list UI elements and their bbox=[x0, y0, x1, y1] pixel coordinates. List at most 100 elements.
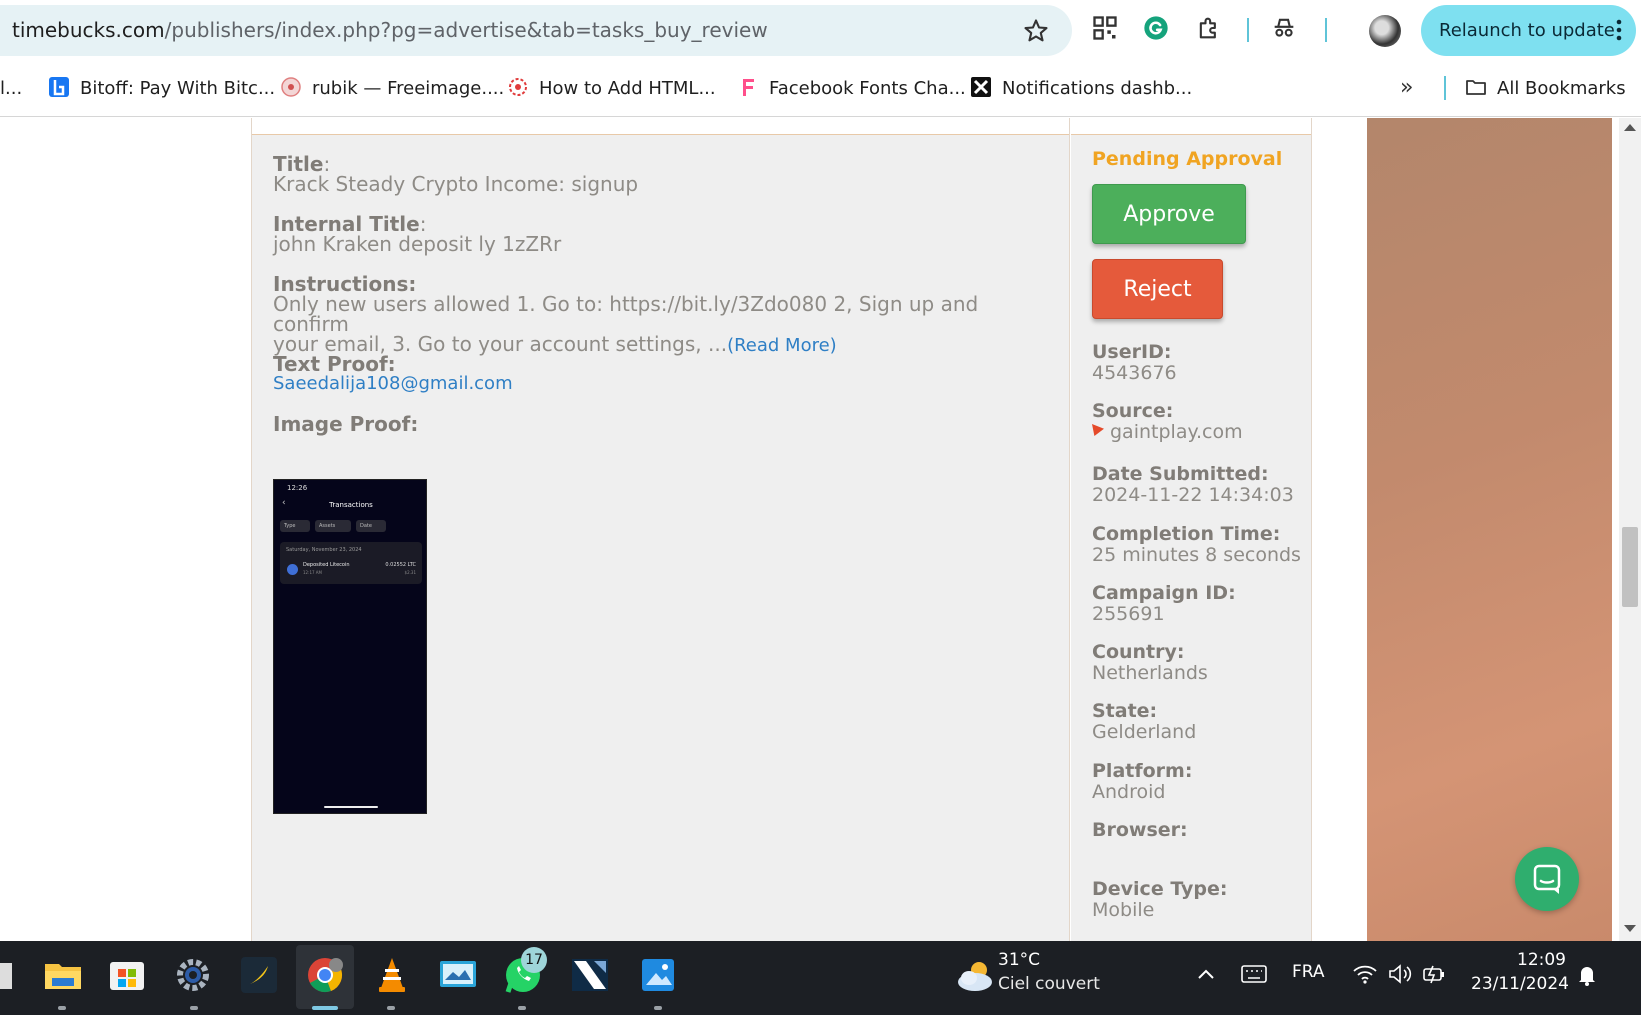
clock-time[interactable]: 12:09 bbox=[1517, 950, 1566, 970]
relaunch-button[interactable]: Relaunch to update bbox=[1421, 5, 1636, 56]
deepl-app-icon[interactable] bbox=[569, 954, 611, 996]
scroll-down-arrow-icon[interactable] bbox=[1624, 925, 1636, 932]
whatsapp-unread-badge: 17 bbox=[521, 947, 547, 973]
windows-taskbar bbox=[0, 941, 1641, 1015]
panel-divider bbox=[1071, 118, 1311, 135]
text-proof-field: Text Proof: Saeedalija108@gmail.com bbox=[273, 354, 513, 394]
more-bookmarks-chevron-icon[interactable]: » bbox=[1400, 76, 1422, 100]
relaunch-label: Relaunch to update bbox=[1439, 20, 1615, 41]
chrome-icon[interactable] bbox=[304, 954, 346, 996]
settings-gear-icon[interactable] bbox=[172, 954, 214, 996]
all-bookmarks-label: All Bookmarks bbox=[1497, 78, 1626, 99]
wifi-icon[interactable] bbox=[1352, 963, 1378, 985]
file-explorer-icon[interactable] bbox=[42, 954, 84, 996]
field-label: Campaign ID: bbox=[1092, 582, 1236, 604]
bookmark-item[interactable]: How to Add HTML... bbox=[507, 60, 716, 117]
running-indicator bbox=[518, 1006, 526, 1010]
approve-button[interactable]: Approve bbox=[1092, 184, 1246, 244]
all-bookmarks-button[interactable]: All Bookmarks bbox=[1465, 60, 1626, 117]
bookmark-star-icon[interactable] bbox=[1022, 17, 1050, 45]
extensions-icon[interactable] bbox=[1195, 14, 1223, 42]
bookmark-item[interactable]: Notifications dashb... bbox=[970, 60, 1192, 117]
scroll-up-arrow-icon[interactable] bbox=[1624, 124, 1636, 131]
bookmark-label: rubik — Freeimage.... bbox=[312, 78, 505, 99]
proof-chip: Date bbox=[356, 520, 386, 532]
qr-code-icon[interactable] bbox=[1091, 14, 1119, 42]
profile-avatar[interactable] bbox=[1369, 15, 1401, 47]
more-options-icon[interactable] bbox=[1616, 19, 1622, 41]
toolbar-separator bbox=[1325, 18, 1327, 42]
bookmark-label: Notifications dashb... bbox=[1002, 78, 1193, 99]
language-indicator[interactable]: FRA bbox=[1292, 962, 1325, 982]
reject-button[interactable]: Reject bbox=[1092, 259, 1223, 319]
proof-home-indicator bbox=[324, 806, 378, 808]
internal-title-value: john Kraken deposit ly 1zZRr bbox=[273, 232, 562, 256]
bookmark-item[interactable]: rubik — Freeimage.... bbox=[280, 60, 504, 117]
battery-charging-icon[interactable] bbox=[1421, 963, 1447, 985]
proof-filter-row: Type Assets Date bbox=[280, 520, 422, 532]
proof-entry-time: 12:17 AM bbox=[303, 570, 322, 575]
cloudy-weather-icon[interactable] bbox=[955, 958, 995, 994]
scrollbar-thumb[interactable] bbox=[1622, 527, 1638, 607]
status-badge: Pending Approval bbox=[1092, 148, 1283, 170]
date-submitted-field: Date Submitted: 2024-11-22 14:34:03 bbox=[1092, 464, 1294, 506]
field-value: gaintplay.com bbox=[1110, 421, 1243, 443]
proof-screen-title: Transactions bbox=[329, 501, 373, 509]
microsoft-store-icon[interactable] bbox=[106, 954, 148, 996]
screen-app-icon[interactable] bbox=[437, 954, 479, 996]
pen-app-icon[interactable] bbox=[238, 954, 280, 996]
image-proof-thumbnail[interactable]: 12:26 ‹ Transactions Type Assets Date Sa… bbox=[273, 479, 427, 814]
bookmarks-separator bbox=[1444, 76, 1446, 100]
url-text[interactable]: timebucks.com/publishers/index.php?pg=ad… bbox=[12, 5, 768, 56]
field-label: Completion Time: bbox=[1092, 523, 1281, 545]
bookmark-item[interactable]: Bitoff: Pay With Bitc... bbox=[48, 60, 275, 117]
weather-temperature[interactable]: 31°C bbox=[998, 950, 1040, 970]
incognito-icon[interactable] bbox=[1270, 14, 1298, 42]
country-field: Country: Netherlands bbox=[1092, 642, 1208, 684]
weather-description[interactable]: Ciel couvert bbox=[998, 974, 1100, 994]
field-label: State: bbox=[1092, 700, 1158, 722]
folder-icon bbox=[1466, 80, 1486, 95]
volume-icon[interactable] bbox=[1387, 963, 1413, 985]
vlc-icon[interactable] bbox=[371, 954, 413, 996]
bookmark-label: How to Add HTML... bbox=[539, 78, 716, 99]
address-bar[interactable]: timebucks.com/publishers/index.php?pg=ad… bbox=[0, 5, 1072, 56]
field-label: Country: bbox=[1092, 641, 1185, 663]
field-value: 25 minutes 8 seconds bbox=[1092, 544, 1301, 566]
bookmark-overflow-left[interactable]: l... bbox=[0, 60, 22, 117]
task-view-icon[interactable] bbox=[0, 963, 12, 989]
field-value: Netherlands bbox=[1092, 662, 1208, 684]
chevron-up-icon[interactable] bbox=[1196, 966, 1216, 982]
url-path: /publishers/index.php?pg=advertise&tab=t… bbox=[164, 18, 768, 42]
freeimage-icon bbox=[281, 77, 301, 97]
instructions-field: Instructions: Only new users allowed 1. … bbox=[273, 274, 1053, 356]
field-label: Platform: bbox=[1092, 760, 1193, 782]
text-proof-value[interactable]: Saeedalija108@gmail.com bbox=[273, 374, 513, 394]
source-favicon-icon bbox=[1092, 424, 1104, 436]
chat-icon bbox=[1533, 864, 1561, 894]
field-value: Android bbox=[1092, 781, 1166, 803]
grammarly-icon[interactable] bbox=[1142, 14, 1170, 42]
notifications-icon bbox=[971, 77, 991, 97]
running-indicator bbox=[58, 1006, 66, 1010]
proof-entry: Deposited Litecoin bbox=[303, 562, 350, 568]
background-image-panel bbox=[1367, 118, 1612, 941]
internal-title-field: Internal Title: john Kraken deposit ly 1… bbox=[273, 212, 562, 256]
proof-date: Saturday, November 23, 2024 bbox=[286, 547, 362, 553]
field-value: 4543676 bbox=[1092, 362, 1177, 384]
chat-widget-button[interactable] bbox=[1515, 847, 1579, 911]
clock-date[interactable]: 23/11/2024 bbox=[1471, 974, 1569, 994]
keyboard-icon[interactable] bbox=[1240, 963, 1268, 985]
bitoff-icon bbox=[49, 77, 69, 97]
active-indicator bbox=[312, 1006, 338, 1010]
user-id-field: UserID: 4543676 bbox=[1092, 342, 1177, 384]
bookmark-item[interactable]: Facebook Fonts Cha... bbox=[737, 60, 966, 117]
read-more-link[interactable]: (Read More) bbox=[727, 335, 837, 356]
field-label: Device Type: bbox=[1092, 878, 1228, 900]
bookmark-label: Facebook Fonts Cha... bbox=[769, 78, 966, 99]
field-value: Mobile bbox=[1092, 899, 1155, 921]
url-domain: timebucks.com bbox=[12, 18, 165, 42]
vertical-scrollbar[interactable] bbox=[1619, 118, 1641, 941]
photos-app-icon[interactable] bbox=[637, 954, 679, 996]
notification-bell-icon[interactable] bbox=[1576, 963, 1598, 987]
